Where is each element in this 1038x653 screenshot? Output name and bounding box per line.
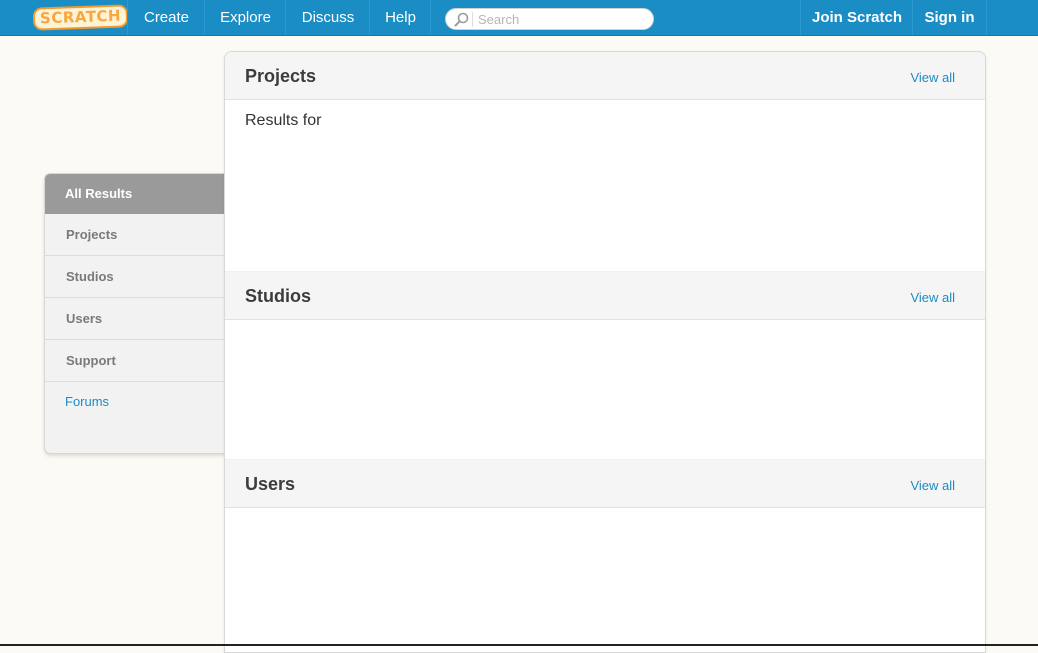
join-scratch-link[interactable]: Join Scratch — [800, 0, 913, 35]
projects-section-header: Projects View all — [225, 52, 985, 100]
scratch-logo[interactable]: SCRATCH — [33, 3, 129, 31]
results-for-text: Results for — [245, 112, 322, 129]
projects-view-all-link[interactable]: View all — [910, 70, 955, 85]
users-section-title: Users — [245, 474, 296, 494]
sidebar-item-projects[interactable]: Projects — [45, 214, 225, 256]
studios-section-header: Studios View all — [225, 271, 985, 320]
search-field[interactable] — [445, 8, 654, 30]
sidebar-forums-link[interactable]: Forums — [45, 382, 225, 422]
users-section-header: Users View all — [225, 459, 985, 508]
search-input[interactable] — [478, 10, 646, 28]
sidebar-item-studios[interactable]: Studios — [45, 256, 225, 298]
nav-explore[interactable]: Explore — [204, 0, 286, 35]
search-results-panel: Projects View all Results for Studios Vi… — [224, 51, 986, 653]
nav-help[interactable]: Help — [369, 0, 431, 35]
nav-create[interactable]: Create — [127, 0, 205, 35]
scratch-logo-text: SCRATCH — [33, 3, 129, 31]
search-icon[interactable] — [454, 12, 473, 27]
sign-in-link[interactable]: Sign in — [912, 0, 987, 35]
sidebar-item-support[interactable]: Support — [45, 340, 225, 382]
studios-view-all-link[interactable]: View all — [910, 290, 955, 305]
studios-section-title: Studios — [245, 286, 311, 306]
nav-discuss[interactable]: Discuss — [285, 0, 370, 35]
users-view-all-link[interactable]: View all — [910, 478, 955, 493]
projects-section-title: Projects — [245, 66, 317, 86]
results-filter-sidebar: All Results Projects Studios Users Suppo… — [44, 173, 225, 454]
nav-divider — [430, 0, 431, 35]
sidebar-item-all-results[interactable]: All Results — [45, 174, 225, 214]
top-nav-bar: SCRATCH Create Explore Discuss Help Join… — [0, 0, 1038, 36]
sidebar-item-users[interactable]: Users — [45, 298, 225, 340]
